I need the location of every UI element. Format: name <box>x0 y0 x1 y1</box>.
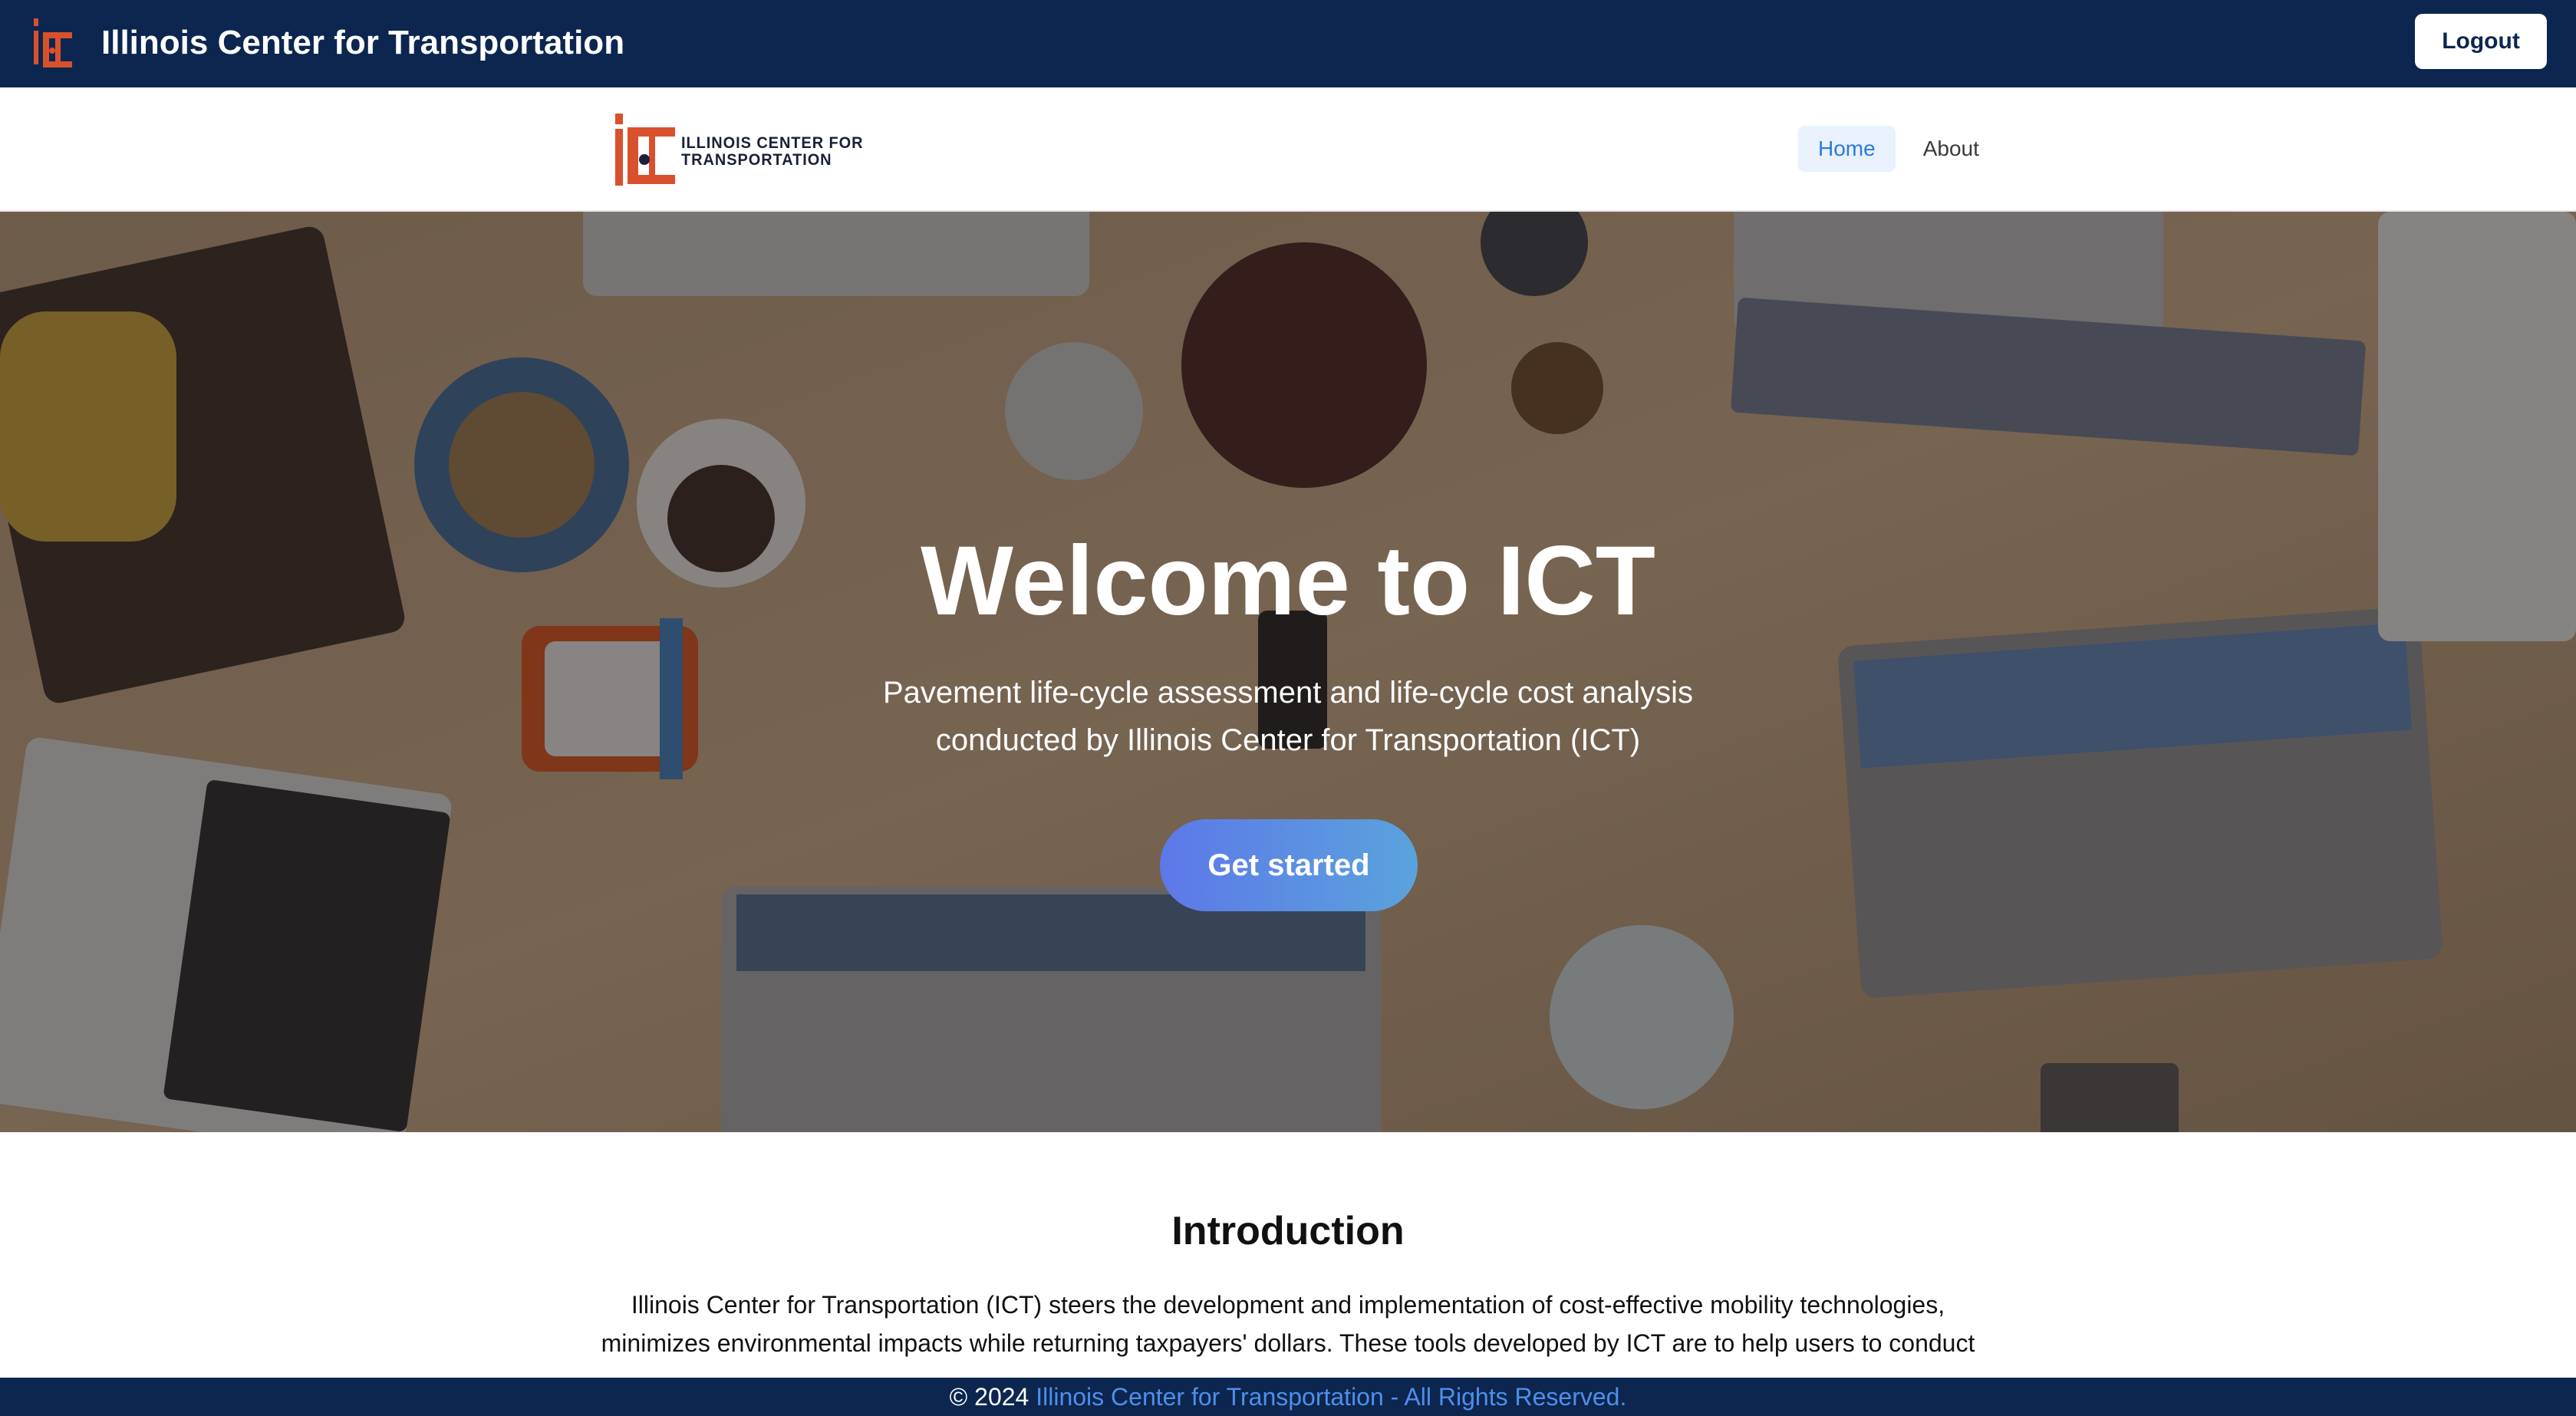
footer-copyright: © 2024 <box>949 1383 1029 1411</box>
app-title: Illinois Center for Transportation <box>101 24 625 61</box>
hero-subtitle: Pavement life-cycle assessment and life-… <box>883 676 1693 757</box>
intro-text: Illinois Center for Transportation (ICT)… <box>601 1291 1975 1357</box>
logout-button[interactable]: Logout <box>2415 14 2547 69</box>
hero-section: Welcome to ICT Pavement life-cycle asses… <box>0 212 2576 1132</box>
site-footer: © 2024 Illinois Center for Transportatio… <box>0 1378 2576 1416</box>
hero-title: Welcome to ICT <box>921 526 1655 636</box>
nav-links: Home About <box>1798 126 1999 172</box>
footer-link[interactable]: Illinois Center for Transportation - All… <box>1036 1383 1626 1411</box>
nav-link-home[interactable]: Home <box>1798 126 1896 172</box>
nav-logo-text: ILLINOIS CENTER FOR TRANSPORTATION <box>681 134 864 169</box>
intro-title: Introduction <box>1171 1209 1405 1253</box>
get-started-button[interactable]: Get started <box>1160 819 1418 911</box>
site-nav: ILLINOIS CENTER FOR TRANSPORTATION Home … <box>0 87 2576 212</box>
app-header: Illinois Center for Transportation Logou… <box>0 0 2576 87</box>
ict-logo-icon <box>34 18 72 68</box>
nav-link-about[interactable]: About <box>1903 126 1999 172</box>
